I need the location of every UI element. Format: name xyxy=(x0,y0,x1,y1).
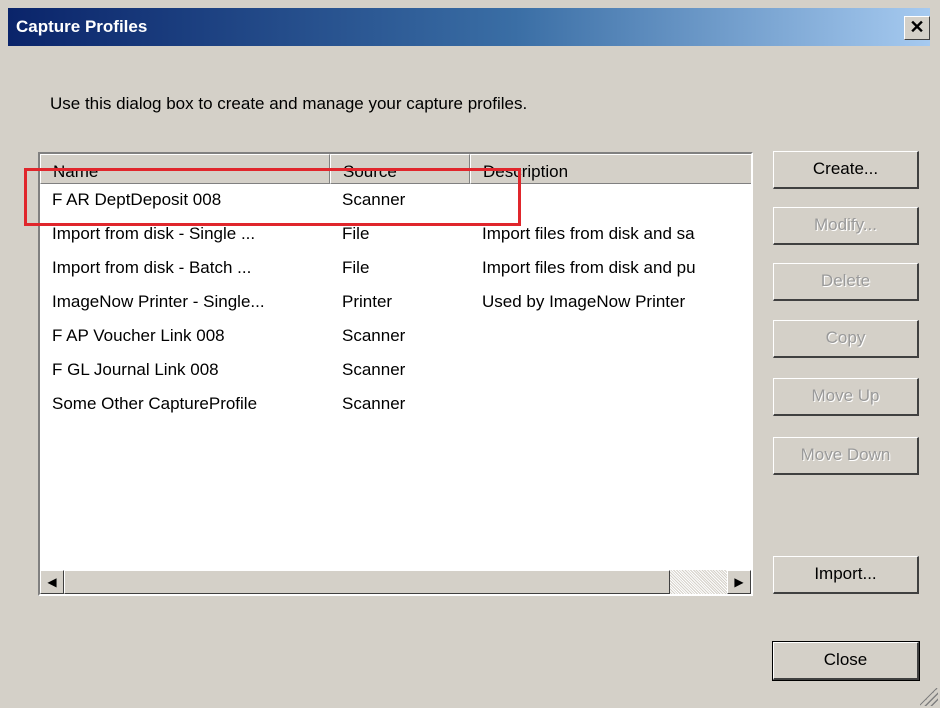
row-name: Import from disk - Batch ... xyxy=(52,258,252,277)
row-name: Some Other CaptureProfile xyxy=(52,394,258,413)
list-row[interactable]: Some Other CaptureProfile Scanner xyxy=(40,388,751,422)
row-description: Import files from disk and sa xyxy=(482,224,695,243)
scroll-left-icon[interactable]: ◀ xyxy=(40,570,64,594)
close-button[interactable]: Close xyxy=(772,641,920,681)
scroll-thumb[interactable] xyxy=(64,570,670,594)
resize-grip-icon[interactable] xyxy=(920,688,938,706)
move-up-button[interactable]: Move Up xyxy=(773,378,919,416)
list-row[interactable]: Import from disk - Batch ... File Import… xyxy=(40,252,751,286)
row-source: Printer xyxy=(342,292,393,311)
modify-button[interactable]: Modify... xyxy=(773,207,919,245)
row-description: Used by ImageNow Printer xyxy=(482,292,686,311)
dialog-title: Capture Profiles xyxy=(16,17,148,36)
create-button[interactable]: Create... xyxy=(773,151,919,189)
row-source: Scanner xyxy=(342,394,406,413)
list-row[interactable]: ImageNow Printer - Single... Printer Use… xyxy=(40,286,751,320)
row-name: Import from disk - Single ... xyxy=(52,224,256,243)
highlight-box xyxy=(24,168,521,226)
copy-button[interactable]: Copy xyxy=(773,320,919,358)
list-row[interactable]: F AP Voucher Link 008 Scanner xyxy=(40,320,751,354)
import-button[interactable]: Import... xyxy=(773,556,919,594)
title-bar: Capture Profiles ✕ xyxy=(8,8,930,46)
row-name: ImageNow Printer - Single... xyxy=(52,292,265,311)
row-name: F AP Voucher Link 008 xyxy=(52,326,225,345)
move-down-button[interactable]: Move Down xyxy=(773,437,919,475)
row-source: Scanner xyxy=(342,326,406,345)
list-row[interactable]: F GL Journal Link 008 Scanner xyxy=(40,354,751,388)
row-source: File xyxy=(342,258,370,277)
scroll-track[interactable] xyxy=(670,570,727,594)
row-source: Scanner xyxy=(342,360,406,379)
row-source: File xyxy=(342,224,370,243)
close-icon[interactable]: ✕ xyxy=(904,16,930,40)
scroll-right-icon[interactable]: ▶ xyxy=(727,570,751,594)
intro-text: Use this dialog box to create and manage… xyxy=(50,94,528,113)
horizontal-scrollbar[interactable]: ◀ ▶ xyxy=(40,570,751,594)
row-name: F GL Journal Link 008 xyxy=(52,360,219,379)
row-description: Import files from disk and pu xyxy=(482,258,696,277)
capture-profiles-dialog: Capture Profiles ✕ Use this dialog box t… xyxy=(0,0,940,708)
delete-button[interactable]: Delete xyxy=(773,263,919,301)
